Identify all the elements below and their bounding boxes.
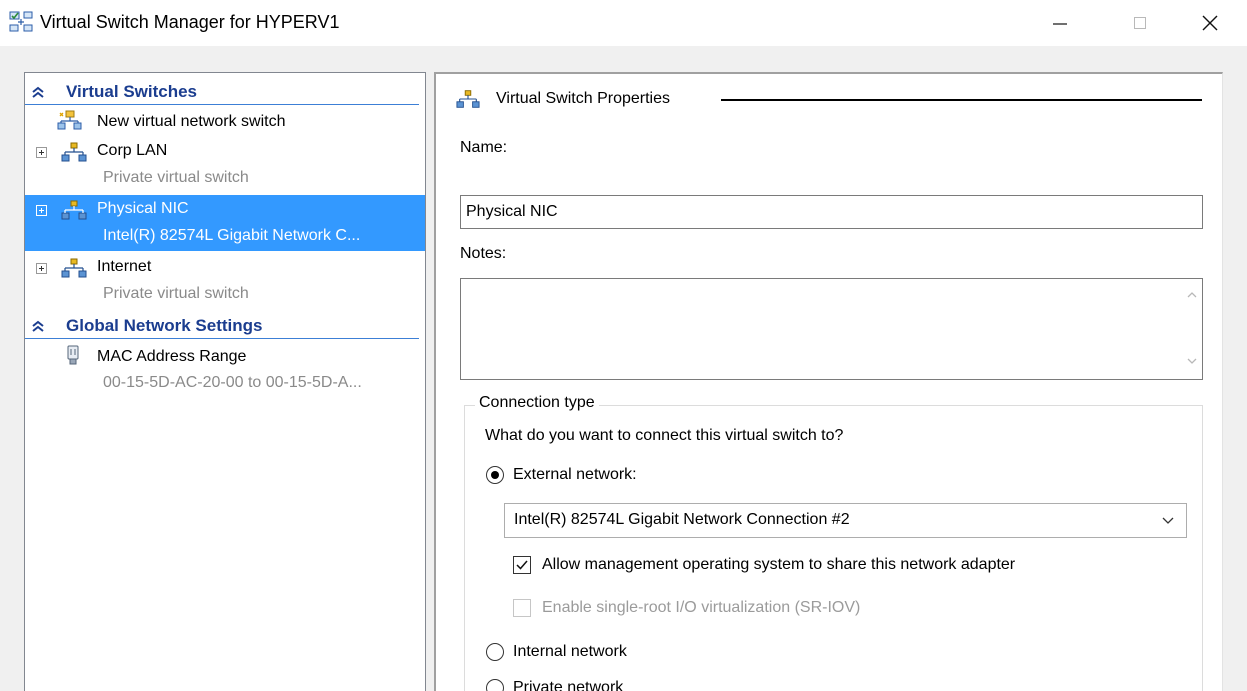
private-network-radio[interactable]: Private network: [486, 679, 623, 691]
minimize-button[interactable]: [1030, 0, 1090, 46]
group-divider: [721, 99, 1202, 101]
network-adapter-select[interactable]: Intel(R) 82574L Gigabit Network Connecti…: [504, 503, 1187, 538]
navigation-tree: Virtual Switches New virtual network swi…: [24, 72, 426, 691]
close-button[interactable]: [1180, 0, 1240, 46]
tree-item-sublabel: Private virtual switch: [103, 169, 249, 186]
tree-item-physical-nic[interactable]: Physical NIC Intel(R) 82574L Gigabit Net…: [25, 195, 425, 251]
new-switch-icon: [57, 110, 82, 130]
external-network-radio[interactable]: External network:: [486, 466, 637, 484]
enable-sriov-label: Enable single-root I/O virtualization (S…: [542, 599, 861, 616]
tree-item-label: Corp LAN: [97, 142, 168, 159]
network-switch-icon: [61, 258, 87, 278]
chevron-down-icon: [1162, 517, 1174, 524]
minimize-icon: [1053, 23, 1067, 25]
collapse-chevron-icon: [32, 320, 44, 332]
mac-address-icon: [67, 345, 79, 365]
tree-item-label: MAC Address Range: [97, 348, 247, 365]
client-area: Virtual Switches New virtual network swi…: [0, 46, 1247, 691]
internal-network-label: Internal network: [513, 643, 627, 660]
notes-label: Notes:: [460, 245, 507, 262]
collapse-chevron-icon: [32, 86, 44, 98]
connection-type-group: Connection type What do you want to conn…: [464, 394, 1203, 691]
section-virtual-switches[interactable]: Virtual Switches: [25, 79, 419, 105]
scroll-down-icon[interactable]: [1187, 357, 1197, 365]
tree-item-corp-lan[interactable]: Corp LAN Private virtual switch: [25, 137, 425, 193]
tree-item-sublabel: 00-15-5D-AC-20-00 to 00-15-5D-A...: [103, 374, 362, 391]
expand-icon[interactable]: [36, 147, 47, 158]
radio-button[interactable]: [486, 466, 504, 484]
tree-item-label: Physical NIC: [97, 200, 189, 217]
network-switch-icon: [61, 200, 87, 220]
enable-sriov-checkbox: Enable single-root I/O virtualization (S…: [513, 599, 860, 617]
internal-network-radio[interactable]: Internal network: [486, 643, 627, 661]
section-label: Global Network Settings: [66, 316, 263, 335]
checkbox: [513, 599, 531, 617]
allow-management-os-checkbox[interactable]: Allow management operating system to sha…: [513, 556, 1015, 574]
network-adapter-value: Intel(R) 82574L Gigabit Network Connecti…: [514, 511, 850, 528]
expand-icon[interactable]: [36, 205, 47, 216]
tree-item-internet[interactable]: Internet Private virtual switch: [25, 253, 425, 309]
expand-icon[interactable]: [36, 263, 47, 274]
maximize-button[interactable]: [1110, 0, 1170, 46]
checkbox[interactable]: [513, 556, 531, 574]
tree-item-new-switch[interactable]: New virtual network switch: [25, 108, 425, 136]
connection-type-legend: Connection type: [475, 394, 599, 412]
tree-item-label: Internet: [97, 258, 152, 275]
virtual-switch-manager-icon: [9, 11, 33, 32]
properties-group-title: Virtual Switch Properties: [456, 88, 670, 110]
radio-button[interactable]: [486, 679, 504, 691]
section-label: Virtual Switches: [66, 82, 198, 101]
radio-button[interactable]: [486, 643, 504, 661]
private-network-label: Private network: [513, 679, 624, 691]
properties-pane: Virtual Switch Properties Name: Notes: C…: [434, 72, 1223, 691]
allow-management-os-label: Allow management operating system to sha…: [542, 556, 1016, 573]
network-switch-icon: [61, 142, 87, 162]
notes-scrollbar[interactable]: [1182, 279, 1202, 379]
maximize-icon: [1134, 17, 1146, 29]
name-label: Name:: [460, 139, 508, 156]
group-title-text: Virtual Switch Properties: [496, 90, 670, 107]
tree-item-mac-address-range[interactable]: MAC Address Range 00-15-5D-AC-20-00 to 0…: [25, 343, 425, 399]
name-field[interactable]: [460, 195, 1203, 229]
window-title: Virtual Switch Manager for HYPERV1: [40, 12, 340, 32]
section-global-network-settings[interactable]: Global Network Settings: [25, 313, 419, 339]
checkmark-icon: [516, 560, 528, 570]
tree-item-sublabel: Private virtual switch: [103, 285, 249, 302]
scroll-up-icon[interactable]: [1187, 291, 1197, 299]
title-bar: Virtual Switch Manager for HYPERV1: [0, 0, 1247, 46]
external-network-label: External network:: [513, 466, 637, 483]
close-icon: [1202, 15, 1218, 31]
tree-item-label: New virtual network switch: [97, 113, 286, 130]
notes-field[interactable]: [460, 278, 1203, 380]
connection-question: What do you want to connect this virtual…: [485, 427, 844, 444]
network-switch-icon: [456, 90, 480, 108]
tree-item-sublabel: Intel(R) 82574L Gigabit Network C...: [103, 227, 361, 244]
